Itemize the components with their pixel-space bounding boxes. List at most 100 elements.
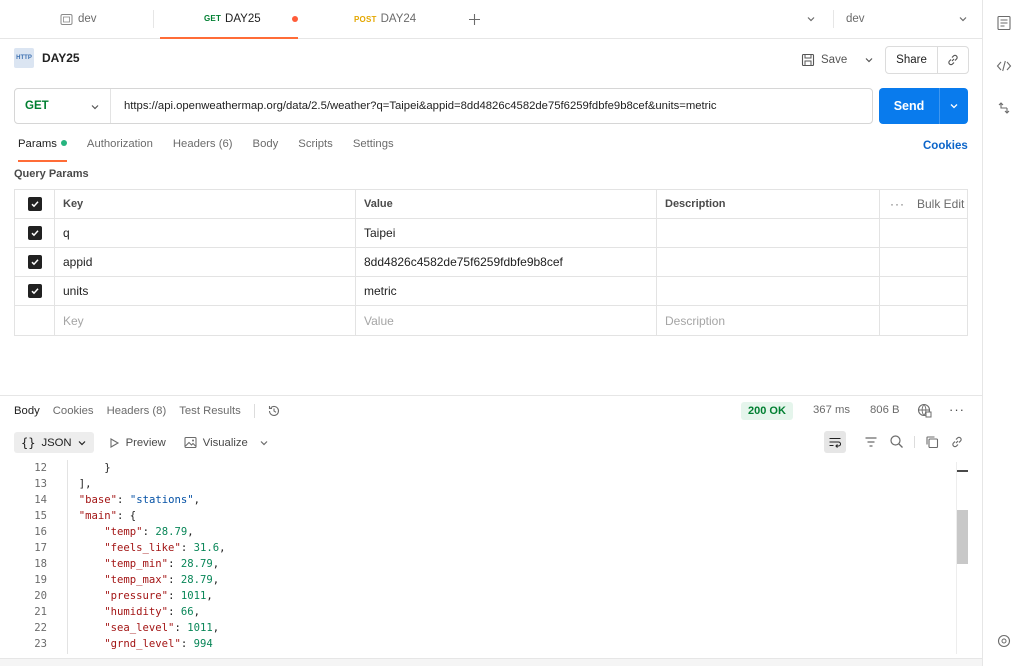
row-checkbox[interactable]	[27, 226, 42, 240]
http-request-icon: HTTP	[14, 48, 34, 68]
tab-get-day25[interactable]: GET DAY25	[160, 0, 298, 39]
param-description[interactable]	[657, 219, 880, 247]
code-line: 17 "feels_like": 31.6,	[0, 540, 968, 556]
toolbar-separator	[914, 436, 915, 448]
right-sidebar	[982, 0, 1024, 666]
settings-icon[interactable]	[995, 632, 1013, 650]
network-icon[interactable]	[917, 403, 932, 418]
code-line: 15 "main": {	[0, 508, 968, 524]
row-checkbox[interactable]	[27, 255, 42, 269]
environment-tab-left[interactable]: dev	[60, 0, 97, 38]
response-tab-headers[interactable]: Headers (8)	[107, 405, 167, 417]
code-text: "main": {	[78, 510, 137, 522]
tab-scripts[interactable]: Scripts	[298, 138, 333, 162]
url-bar: GET https://api.openweathermap.org/data/…	[14, 88, 873, 124]
response-tab-cookies[interactable]: Cookies	[53, 405, 94, 417]
visualize-button[interactable]: Visualize	[184, 436, 269, 449]
chevron-down-icon[interactable]	[864, 55, 874, 65]
status-badge[interactable]: 200 OK	[741, 402, 793, 420]
chevron-down-icon[interactable]	[259, 438, 269, 448]
preview-label: Preview	[125, 436, 166, 449]
new-value-input[interactable]: Value	[356, 306, 657, 335]
query-params-title: Query Params	[14, 168, 89, 180]
checkmark-icon	[30, 288, 39, 295]
more-options-icon[interactable]: ···	[890, 197, 905, 211]
param-key[interactable]: units	[55, 277, 356, 305]
response-tab-body[interactable]: Body	[14, 405, 40, 417]
param-value[interactable]: 8dd4826c4582de75f6259fdbfe9b8cef	[356, 248, 657, 276]
environment-icon	[60, 13, 73, 25]
code-icon[interactable]	[995, 57, 1013, 75]
param-value[interactable]: metric	[356, 277, 657, 305]
bulk-edit-button[interactable]: Bulk Edit	[917, 197, 964, 211]
tab-authorization[interactable]: Authorization	[87, 138, 153, 162]
documentation-icon[interactable]	[995, 14, 1013, 32]
response-tabs: Body Cookies Headers (8) Test Results	[14, 404, 281, 418]
tab-post-day24[interactable]: POST DAY24	[354, 0, 416, 38]
line-number: 19	[34, 574, 47, 586]
checkmark-icon	[30, 230, 39, 237]
wrap-lines-button[interactable]	[824, 431, 846, 453]
tabs-dropdown-button[interactable]	[806, 0, 816, 38]
query-params-table: Key Value Description ··· Bulk Edit q Ta…	[14, 189, 968, 336]
unsaved-dot-icon[interactable]	[292, 16, 298, 22]
copy-link-button[interactable]	[938, 47, 968, 73]
url-input[interactable]: https://api.openweathermap.org/data/2.5/…	[111, 100, 717, 112]
save-label: Save	[821, 54, 848, 66]
param-description[interactable]	[657, 248, 880, 276]
line-number: 12	[34, 462, 47, 474]
param-key[interactable]: appid	[55, 248, 356, 276]
new-key-input[interactable]: Key	[55, 306, 356, 335]
code-text: "sea_level": 1011,	[104, 622, 220, 634]
tab-label: Params	[18, 138, 57, 150]
new-description-input[interactable]: Description	[657, 306, 880, 335]
param-key[interactable]: q	[55, 219, 356, 247]
response-tab-test-results[interactable]: Test Results	[179, 405, 241, 417]
chevron-down-icon	[78, 440, 86, 445]
environment-selector[interactable]: dev	[846, 0, 972, 38]
select-all-checkbox[interactable]	[27, 197, 42, 211]
tab-settings[interactable]: Settings	[353, 138, 394, 162]
table-row: q Taipei	[15, 219, 967, 248]
param-description[interactable]	[657, 277, 880, 305]
scroll-marker	[957, 470, 968, 472]
tab-body[interactable]: Body	[253, 138, 279, 162]
save-button[interactable]: Save	[801, 48, 874, 72]
response-time[interactable]: 367 ms	[813, 404, 850, 416]
new-param-row: Key Value Description	[15, 306, 967, 335]
line-number: 13	[34, 478, 47, 490]
line-number: 15	[34, 510, 47, 522]
code-text: }	[104, 462, 111, 474]
code-line: 21 "humidity": 66,	[0, 604, 968, 620]
format-selector[interactable]: {} JSON	[14, 432, 94, 453]
param-value[interactable]: Taipei	[356, 219, 657, 247]
response-body-editor[interactable]: 12 } 13 ], 14 "base": "stations", 15 "main"…	[0, 460, 968, 654]
indent-guide	[67, 460, 68, 654]
tab-params[interactable]: Params	[18, 138, 67, 162]
new-tab-button[interactable]	[468, 0, 481, 38]
send-options-button[interactable]	[939, 88, 968, 124]
plus-icon	[469, 13, 480, 25]
link-icon[interactable]	[950, 435, 964, 449]
send-button[interactable]: Send	[879, 88, 939, 124]
chevron-down-icon	[959, 17, 967, 22]
environment-selected: dev	[846, 13, 865, 25]
search-icon[interactable]	[889, 434, 904, 449]
scrollbar-thumb[interactable]	[957, 510, 968, 564]
response-divider[interactable]	[0, 395, 982, 396]
line-number: 18	[34, 558, 47, 570]
row-checkbox[interactable]	[27, 284, 42, 298]
more-options-icon[interactable]: ···	[949, 402, 965, 417]
cookies-link[interactable]: Cookies	[923, 140, 968, 152]
filter-icon[interactable]	[864, 435, 878, 449]
share-button[interactable]: Share	[886, 47, 938, 73]
preview-button[interactable]: Preview	[108, 437, 166, 449]
response-format-bar: {} JSON Preview Visualize	[14, 432, 279, 453]
method-selector[interactable]: GET	[15, 89, 111, 123]
history-icon[interactable]	[267, 404, 281, 418]
response-size[interactable]: 806 B	[870, 404, 900, 416]
tab-headers[interactable]: Headers (6)	[173, 138, 233, 162]
request-name[interactable]: DAY25	[42, 51, 80, 65]
related-icon[interactable]	[995, 99, 1013, 117]
copy-icon[interactable]	[925, 435, 939, 449]
